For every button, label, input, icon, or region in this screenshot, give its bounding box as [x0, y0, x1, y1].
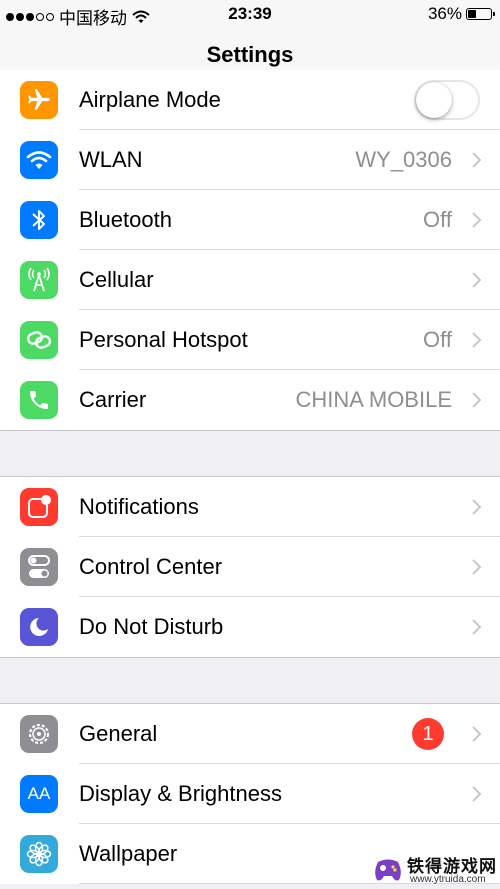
settings-row-label: General — [79, 721, 158, 746]
chevron-right-icon — [472, 152, 482, 168]
chevron-right-icon — [472, 786, 482, 802]
settings-row-carrier[interactable]: Carrier CHINA MOBILE — [0, 370, 500, 430]
control-center-icon — [20, 548, 58, 586]
settings-row-cellular[interactable]: Cellular — [0, 250, 500, 310]
settings-row-value: CHINA MOBILE — [295, 387, 452, 412]
chevron-right-icon — [472, 619, 482, 635]
text-size-icon-glyph: AA — [27, 784, 51, 803]
gear-icon — [20, 715, 58, 753]
settings-row-value: Off — [423, 327, 452, 352]
airplane-mode-toggle[interactable] — [414, 80, 480, 120]
settings-row-label: Cellular — [79, 267, 154, 292]
chevron-right-icon — [472, 212, 482, 228]
settings-row-label: WLAN — [79, 147, 143, 172]
status-time: 23:39 — [228, 4, 272, 23]
settings-row-label: Bluetooth — [79, 207, 172, 232]
battery-percent: 36% — [427, 4, 462, 23]
settings-group-notifications: Notifications Control Center Do Not Dist… — [0, 476, 500, 658]
moon-icon — [20, 608, 58, 646]
airplane-icon — [20, 81, 58, 119]
status-bar: 中国移动 23:39 36% — [0, 0, 500, 28]
text-size-icon: AA — [20, 775, 58, 813]
settings-row-label: Do Not Disturb — [79, 614, 224, 639]
settings-row-label: Airplane Mode — [79, 87, 221, 112]
settings-row-do-not-disturb[interactable]: Do Not Disturb — [0, 597, 500, 657]
settings-row-label: Wallpaper — [79, 841, 178, 866]
site-watermark: 铁得游戏网 www.ytruida.com — [372, 852, 498, 888]
bluetooth-icon — [20, 201, 58, 239]
gamepad-logo-icon — [375, 859, 401, 881]
hotspot-icon — [20, 321, 58, 359]
settings-group-connectivity: Airplane Mode WLAN WY_0306 Bluetooth Off — [0, 70, 500, 431]
settings-row-value: WY_0306 — [355, 147, 452, 172]
chevron-right-icon — [472, 499, 482, 515]
flower-icon — [20, 835, 58, 873]
cellular-icon — [20, 261, 58, 299]
settings-row-label: Notifications — [79, 494, 199, 519]
settings-row-control-center[interactable]: Control Center — [0, 537, 500, 597]
chevron-right-icon — [472, 392, 482, 408]
chevron-right-icon — [472, 272, 482, 288]
page-title: Settings — [206, 42, 294, 67]
settings-row-bluetooth[interactable]: Bluetooth Off — [0, 190, 500, 250]
settings-row-wlan[interactable]: WLAN WY_0306 — [0, 130, 500, 190]
chevron-right-icon — [472, 332, 482, 348]
settings-row-general[interactable]: General 1 — [0, 704, 500, 764]
settings-row-airplane-mode[interactable]: Airplane Mode — [0, 70, 500, 130]
wifi-icon — [20, 141, 58, 179]
update-badge: 1 — [412, 718, 444, 750]
notifications-icon — [20, 488, 58, 526]
settings-row-label: Control Center — [79, 554, 223, 579]
phone-icon — [20, 381, 58, 419]
battery-icon — [466, 8, 495, 20]
chevron-right-icon — [472, 559, 482, 575]
settings-row-label: Personal Hotspot — [79, 327, 248, 352]
watermark-url: www.ytruida.com — [410, 874, 486, 885]
settings-row-notifications[interactable]: Notifications — [0, 477, 500, 537]
settings-row-label: Carrier — [79, 387, 147, 412]
chevron-right-icon — [472, 726, 482, 742]
settings-row-display-brightness[interactable]: AA Display & Brightness — [0, 764, 500, 824]
settings-row-label: Display & Brightness — [79, 781, 282, 806]
settings-row-value: Off — [423, 207, 452, 232]
settings-row-personal-hotspot[interactable]: Personal Hotspot Off — [0, 310, 500, 370]
